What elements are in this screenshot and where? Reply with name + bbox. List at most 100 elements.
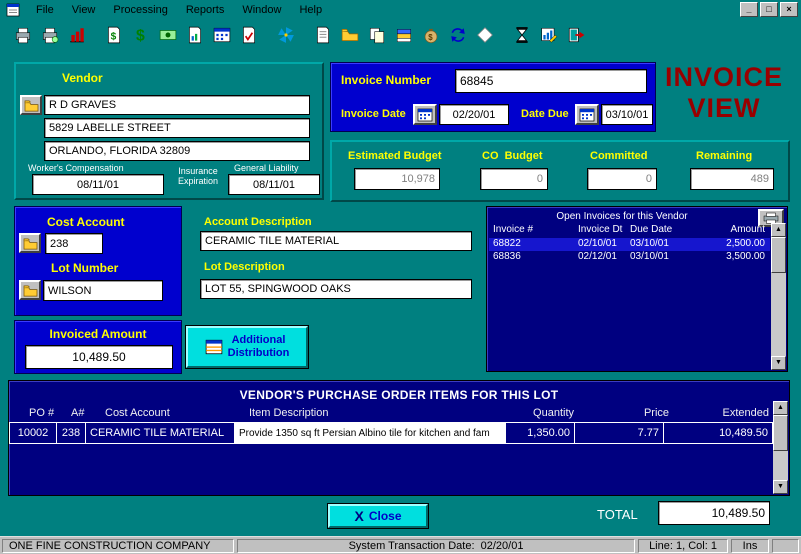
pinwheel-icon[interactable] [273,22,298,47]
invoice-date-field[interactable]: 02/20/01 [439,104,509,125]
scroll-thumb[interactable] [771,237,786,273]
scroll-down-icon[interactable]: ▼ [771,356,786,370]
column-item-description: Item Description [249,407,328,419]
remaining-label: Remaining [696,150,752,162]
workers-comp-date-field[interactable]: 08/11/01 [32,174,164,195]
estimated-budget-field: 10,978 [354,168,440,190]
close-button[interactable]: X Close [328,504,428,528]
cell-invoice-date: 02/12/01 [578,251,617,262]
system-menu-icon[interactable] [5,3,22,18]
cell-item-description[interactable]: Provide 1350 sq ft Persian Albino tile f… [234,422,506,444]
cell-amount: 2,500.00 [726,238,765,249]
cell-price: 7.77 [574,422,664,444]
open-invoice-row[interactable]: 68822 02/10/01 03/10/01 2,500.00 [489,238,770,251]
menu-view[interactable]: View [63,2,105,18]
open-invoices-scrollbar[interactable]: ▲ ▼ [771,223,786,370]
general-liability-date-field[interactable]: 08/11/01 [228,174,320,195]
dollar-icon[interactable]: $ [128,22,153,47]
scroll-up-icon[interactable]: ▲ [773,401,788,415]
po-items-scrollbar[interactable]: ▲ ▼ [773,401,788,494]
status-transaction-date: System Transaction Date: 02/20/01 [237,539,635,553]
open-folder-icon[interactable] [337,22,362,47]
account-description-field[interactable]: CERAMIC TILE MATERIAL [200,231,472,251]
invoice-panel: Invoice Number 68845 Invoice Date 02/20/… [330,62,656,132]
committed-label: Committed [590,150,647,162]
scroll-up-icon[interactable]: ▲ [771,223,786,237]
column-price: Price [584,407,669,419]
lot-description-field[interactable]: LOT 55, SPINGWOOD OAKS [200,279,472,299]
vendor-groupbox: Vendor R D GRAVES 5829 LABELLE STREET OR… [14,62,324,200]
calendar-icon [417,108,433,122]
status-resize-grip [772,539,799,553]
vendor-address1-field[interactable]: 5829 LABELLE STREET [44,118,310,138]
folder-icon [23,237,38,250]
refresh-icon[interactable] [445,22,470,47]
lot-number-field[interactable]: WILSON [43,280,163,301]
additional-distribution-button[interactable]: Additional Distribution [186,326,308,368]
cell-invoice-date: 02/10/01 [578,238,617,249]
vendor-browse-button[interactable] [20,95,42,115]
cell-due-date: 03/10/01 [630,238,669,249]
total-label: TOTAL [597,507,638,522]
cell-a-number: 238 [56,422,86,444]
column-amount: Amount [731,224,765,235]
cost-account-panel: Cost Account 238 Lot Number WILSON [14,206,182,316]
open-invoice-row[interactable]: 68836 02/12/01 03/10/01 3,500.00 [489,251,770,264]
additional-distribution-label-line2: Distribution [228,347,290,360]
invoiced-amount-label: Invoiced Amount [15,327,181,341]
document-check-icon[interactable] [236,22,261,47]
menu-reports[interactable]: Reports [177,2,234,18]
co-budget-field: 0 [480,168,548,190]
vendor-label: Vendor [62,71,103,85]
committed-field: 0 [587,168,657,190]
chart-edit-icon[interactable] [536,22,561,47]
vendor-address2-field[interactable]: ORLANDO, FLORIDA 32809 [44,141,310,161]
open-invoices-header-row: Invoice # Invoice Dt Due Date Amount [489,224,770,237]
money-icon[interactable] [155,22,180,47]
menu-help[interactable]: Help [290,2,331,18]
close-button-label: Close [369,509,402,523]
exit-icon[interactable] [563,22,588,47]
document-icon[interactable] [310,22,335,47]
po-items-panel: VENDOR'S PURCHASE ORDER ITEMS FOR THIS L… [8,380,790,496]
svg-text:$: $ [110,31,116,42]
hourglass-icon[interactable] [509,22,534,47]
menu-processing[interactable]: Processing [104,2,176,18]
copy-icon[interactable] [364,22,389,47]
close-window-button[interactable]: × [780,2,798,17]
svg-text:$: $ [135,27,144,43]
folder-icon [24,99,39,112]
budget-report-icon[interactable] [182,22,207,47]
cell-invoice-number: 68822 [493,238,521,249]
po-item-row[interactable]: 10002 238 CERAMIC TILE MATERIAL Provide … [10,422,773,444]
scroll-down-icon[interactable]: ▼ [773,480,788,494]
invoiced-amount-field[interactable]: 10,489.50 [25,345,173,369]
column-cost-account: Cost Account [105,407,170,419]
cost-account-browse-button[interactable] [19,233,41,253]
diamond-icon[interactable] [472,22,497,47]
account-description-label: Account Description [204,216,312,228]
vendor-name-field[interactable]: R D GRAVES [44,95,310,115]
print-icon[interactable] [10,22,35,47]
menu-window[interactable]: Window [233,2,290,18]
cost-account-field[interactable]: 238 [45,233,103,254]
invoice-number-label: Invoice Number [341,73,431,87]
invoice-date-calendar-button[interactable] [413,104,437,125]
calendar-icon[interactable] [209,22,234,47]
print-preview-icon[interactable] [37,22,62,47]
column-invoice-date: Invoice Dt [578,224,622,235]
graph-icon[interactable] [64,22,89,47]
calendar-icon [579,108,595,122]
menu-file[interactable]: File [27,2,63,18]
date-due-field[interactable]: 03/10/01 [601,104,653,125]
scroll-thumb[interactable] [773,415,788,451]
date-due-calendar-button[interactable] [575,104,599,125]
money-bag-icon[interactable]: $ [418,22,443,47]
column-quantity: Quantity [479,407,574,419]
invoice-number-field[interactable]: 68845 [455,69,647,93]
restore-button[interactable]: □ [760,2,778,17]
minimize-button[interactable]: _ [740,2,758,17]
invoice-dollar-icon[interactable]: $ [101,22,126,47]
lot-number-browse-button[interactable] [19,280,41,300]
cards-icon[interactable] [391,22,416,47]
